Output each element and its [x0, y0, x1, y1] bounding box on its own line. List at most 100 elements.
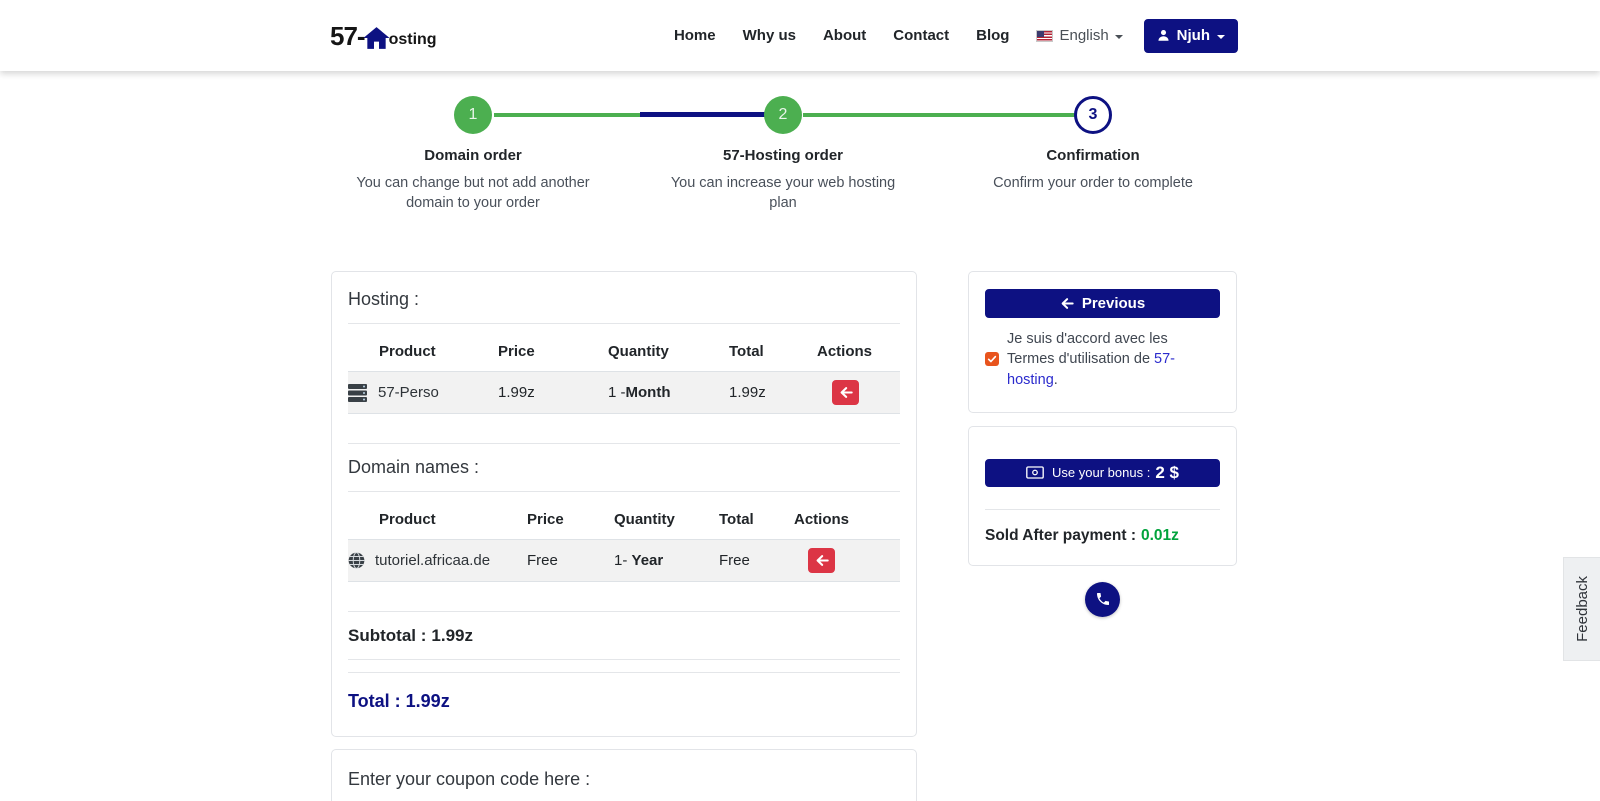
subtotal: Subtotal :1.99z: [348, 626, 900, 646]
language-dropdown[interactable]: English: [1036, 27, 1123, 44]
coupon-heading: Enter your coupon code here :: [348, 769, 591, 789]
domain-price: Free: [527, 552, 558, 569]
check-icon: [987, 356, 997, 363]
terms-card: Previous Je suis d'accord avec les Terme…: [968, 271, 1237, 413]
column-price: Price: [527, 511, 564, 528]
terms-checkbox[interactable]: [985, 352, 999, 367]
step-hosting-order: 2 57-Hosting order You can increase your…: [628, 96, 938, 213]
remove-hosting-button[interactable]: [832, 380, 859, 405]
nav-item-home[interactable]: Home: [674, 27, 716, 44]
step-number: 3: [1088, 106, 1098, 123]
table-header-row: Product Price Quantity Total Actions: [348, 505, 900, 540]
product-name: 57-Perso: [378, 384, 439, 401]
table-row: 57-Perso 1.99z 1 -Month 1.99z: [348, 371, 900, 414]
divider: [348, 443, 900, 444]
previous-button[interactable]: Previous: [985, 289, 1220, 318]
previous-label: Previous: [1081, 295, 1146, 312]
step-title: Confirmation: [1046, 147, 1140, 164]
server-icon: [348, 383, 367, 402]
terms-row: Je suis d'accord avec les Termes d'utili…: [985, 329, 1220, 390]
total: Total :1.99z: [348, 691, 900, 712]
bonus-value: 2 $: [1155, 462, 1179, 482]
domain-total: Free: [719, 552, 750, 569]
step-title: Domain order: [424, 147, 522, 164]
column-total: Total: [729, 343, 764, 360]
hosting-heading: Hosting :: [348, 289, 420, 309]
product-total: 1.99z: [729, 384, 766, 401]
divider: [348, 659, 900, 660]
domains-heading: Domain names :: [348, 457, 480, 477]
subtotal-label: Subtotal :: [348, 626, 427, 645]
page: 57- osting Home Why us About Contact Blo…: [0, 0, 1600, 801]
step-domain-order: 1 Domain order You can change but not ad…: [318, 96, 628, 213]
column-product: Product: [379, 343, 436, 360]
stepper: 1 Domain order You can change but not ad…: [318, 96, 1248, 254]
sold-label: Sold After payment :: [985, 526, 1136, 544]
divider: [348, 491, 900, 492]
step-number: 1: [468, 106, 478, 123]
terms-label: Je suis d'accord avec les Termes d'utili…: [1007, 331, 1176, 388]
step-title: 57-Hosting order: [722, 147, 843, 164]
column-quantity: Quantity: [614, 511, 675, 528]
feedback-tab[interactable]: Feedback: [1563, 557, 1600, 661]
nav-item-contact[interactable]: Contact: [893, 27, 949, 44]
domains-table: Product Price Quantity Total Actions tut…: [348, 505, 900, 582]
step-description: You can increase your web hosting plan: [670, 175, 896, 211]
column-product: Product: [379, 511, 436, 528]
us-flag-icon: [1036, 29, 1054, 42]
step-number: 2: [778, 106, 788, 123]
arrow-left-icon: [816, 555, 829, 566]
arrow-left-icon: [1061, 298, 1074, 309]
total-value: 1.99z: [405, 691, 450, 711]
chevron-down-icon: [1114, 34, 1123, 39]
column-price: Price: [498, 343, 535, 360]
product-price: 1.99z: [498, 384, 535, 401]
phone-button[interactable]: [1085, 581, 1120, 617]
main-column: Hosting : Product Price Quantity Total A…: [331, 271, 917, 801]
content: Hosting : Product Price Quantity Total A…: [331, 271, 1600, 801]
column-quantity: Quantity: [608, 343, 669, 360]
house-icon: [362, 26, 390, 49]
brand-logo[interactable]: 57- osting: [330, 23, 437, 49]
step-description: You can change but not add another domai…: [356, 175, 590, 211]
divider: [348, 672, 900, 673]
total-label: Total :: [348, 691, 401, 711]
user-icon: [1158, 30, 1169, 41]
step-circle: 1: [454, 96, 492, 134]
step-circle: 2: [764, 96, 802, 134]
navbar: 57- osting Home Why us About Contact Blo…: [0, 0, 1600, 71]
step-description: Confirm your order to complete: [993, 175, 1193, 191]
sold-value: 0.01z: [1141, 526, 1179, 544]
column-actions: Actions: [817, 343, 873, 360]
product-quantity: 1 -Month: [608, 384, 671, 401]
money-bill-icon: [1026, 466, 1044, 480]
language-label: English: [1059, 27, 1109, 44]
divider: [985, 508, 1220, 510]
hosting-table: Product Price Quantity Total Actions 57-…: [348, 337, 900, 414]
domain-quantity: 1- Year: [614, 552, 664, 569]
brand-prefix: 57-: [330, 20, 366, 51]
nav-item-blog[interactable]: Blog: [976, 27, 1009, 44]
bonus-label: Use your bonus :: [1052, 465, 1151, 481]
step-confirmation: 3 Confirmation Confirm your order to com…: [938, 96, 1248, 213]
table-header-row: Product Price Quantity Total Actions: [348, 337, 900, 372]
remove-domain-button[interactable]: [808, 548, 835, 573]
side-column: Previous Je suis d'accord avec les Terme…: [968, 271, 1237, 617]
divider: [348, 611, 900, 612]
step-circle: 3: [1074, 96, 1112, 134]
nav-item-about[interactable]: About: [823, 27, 866, 44]
nav-item-why-us[interactable]: Why us: [743, 27, 796, 44]
order-summary-card: Hosting : Product Price Quantity Total A…: [331, 271, 917, 737]
user-menu-button[interactable]: Njuh: [1143, 18, 1238, 53]
subtotal-value: 1.99z: [431, 626, 473, 645]
divider: [348, 323, 900, 324]
brand-suffix: osting: [388, 30, 437, 48]
sold-after-payment: Sold After payment : 0.01z: [985, 527, 1220, 545]
nav-links: Home Why us About Contact Blog: [674, 27, 1037, 44]
user-name: Njuh: [1176, 27, 1210, 44]
coupon-card: Enter your coupon code here : Apply the …: [331, 749, 917, 801]
column-total: Total: [719, 511, 754, 528]
arrow-left-icon: [840, 387, 853, 398]
use-bonus-button[interactable]: Use your bonus : 2 $: [985, 458, 1220, 487]
table-row: tutoriel.africaa.de Free 1- Year Free: [348, 539, 900, 582]
